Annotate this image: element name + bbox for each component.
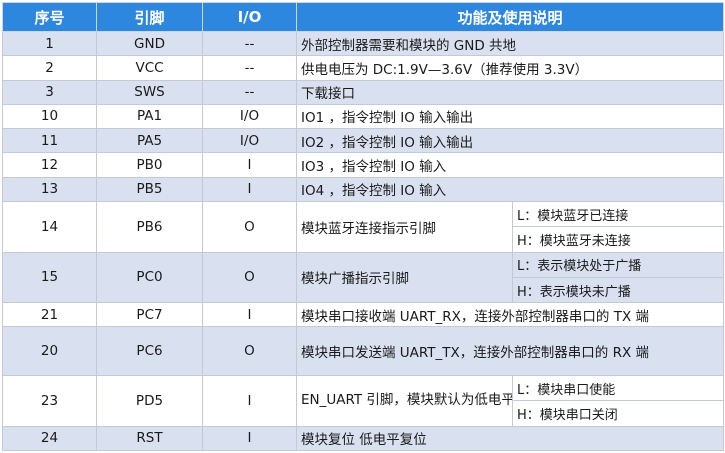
cell-description: 模块串口接收端 UART_RX，连接外部控制器串口的 TX 端 (295, 302, 725, 328)
cell-index: 20 (2, 326, 97, 376)
cell-description: IO2 ，指令控制 IO 输入输出 (295, 128, 725, 154)
cell-io: I (202, 152, 297, 178)
cell-index: 1 (2, 30, 97, 57)
cell-index: 3 (2, 79, 97, 105)
cell-description: 下载接口 (295, 79, 725, 105)
cell-io: O (202, 326, 297, 376)
cell-description: EN_UART 引脚，模块默认为低电平。 (296, 374, 513, 427)
table-row: 14 PB6 O 模块蓝牙连接指示引脚 L：模块蓝牙已连接 (2, 200, 725, 253)
cell-io: -- (202, 30, 297, 57)
cell-note: H：模块蓝牙未连接 (511, 226, 725, 253)
cell-index: 23 (2, 374, 97, 427)
cell-index: 12 (2, 152, 97, 178)
cell-description: 模块复位 低电平复位 (295, 425, 725, 452)
cell-io: -- (202, 79, 297, 105)
cell-index: 11 (2, 128, 97, 154)
cell-index: 15 (2, 251, 97, 304)
cell-index: 21 (2, 302, 97, 328)
cell-description: 外部控制器需要和模块的 GND 共地 (295, 30, 725, 57)
table-row: 23 PD5 I EN_UART 引脚，模块默认为低电平。 L：模块串口使能 (2, 374, 725, 427)
table-row: 20 PC6 O 模块串口发送端 UART_TX，连接外部控制器串口的 RX 端 (2, 326, 725, 376)
cell-pin: PB6 (96, 200, 203, 253)
cell-io: I (202, 302, 297, 328)
cell-pin: PB0 (96, 152, 203, 178)
table-row: 24 RST I 模块复位 低电平复位 (2, 425, 725, 452)
table-row: 2 VCC -- 供电电压为 DC:1.9V—3.6V（推荐使用 3.3V） (2, 55, 725, 81)
cell-pin: PC0 (96, 251, 203, 304)
cell-io: O (202, 251, 297, 304)
cell-note: H：模块串口关闭 (511, 400, 725, 427)
cell-pin: PC6 (96, 326, 203, 376)
table-row: 3 SWS -- 下载接口 (2, 79, 725, 105)
cell-index: 24 (2, 425, 97, 452)
cell-pin: VCC (96, 55, 203, 81)
cell-pin: PA5 (96, 128, 203, 154)
table-row: 12 PB0 I IO3 ，指令控制 IO 输入 (2, 152, 725, 178)
cell-note: L：模块串口使能 (511, 374, 725, 402)
cell-pin: SWS (96, 79, 203, 105)
cell-pin: RST (96, 425, 203, 452)
cell-description: 模块串口发送端 UART_TX，连接外部控制器串口的 RX 端 (295, 326, 725, 376)
cell-io: I/O (202, 103, 297, 130)
cell-io: I (202, 176, 297, 202)
cell-index: 13 (2, 176, 97, 202)
cell-io: I (202, 374, 297, 427)
cell-note: L：模块蓝牙已连接 (511, 200, 725, 228)
header-io: I/O (202, 2, 297, 32)
header-function: 功能及使用说明 (295, 2, 725, 32)
cell-io: -- (202, 55, 297, 81)
cell-io: I/O (202, 128, 297, 154)
cell-description: 模块广播指示引脚 (296, 251, 513, 304)
table-row: 15 PC0 O 模块广播指示引脚 L：表示模块处于广播 (2, 251, 725, 304)
cell-description: 供电电压为 DC:1.9V—3.6V（推荐使用 3.3V） (295, 55, 725, 81)
header-index: 序号 (2, 2, 97, 32)
cell-index: 10 (2, 103, 97, 130)
cell-index: 14 (2, 200, 97, 253)
cell-description: IO1 ，指令控制 IO 输入输出 (295, 103, 725, 130)
cell-pin: GND (96, 30, 203, 57)
cell-pin: PA1 (96, 103, 203, 130)
cell-pin: PD5 (96, 374, 203, 427)
cell-io: I (202, 425, 297, 452)
cell-description: IO3 ，指令控制 IO 输入 (295, 152, 725, 178)
cell-pin: PC7 (96, 302, 203, 328)
table-row: 11 PA5 I/O IO2 ，指令控制 IO 输入输出 (2, 128, 725, 154)
table-header-row: 序号 引脚 I/O 功能及使用说明 (2, 2, 725, 32)
cell-note: H：表示模块未广播 (511, 276, 725, 304)
cell-index: 2 (2, 55, 97, 81)
table-row: 1 GND -- 外部控制器需要和模块的 GND 共地 (2, 30, 725, 57)
cell-note: L：表示模块处于广播 (511, 251, 725, 278)
cell-description: 模块蓝牙连接指示引脚 (296, 200, 513, 253)
header-pin: 引脚 (96, 2, 203, 32)
cell-description: IO4 ，指令控制 IO 输入 (295, 176, 725, 202)
table-row: 13 PB5 I IO4 ，指令控制 IO 输入 (2, 176, 725, 202)
cell-pin: PB5 (96, 176, 203, 202)
cell-io: O (202, 200, 297, 253)
table-row: 21 PC7 I 模块串口接收端 UART_RX，连接外部控制器串口的 TX 端 (2, 302, 725, 328)
pin-function-table: 序号 引脚 I/O 功能及使用说明 1 GND -- 外部控制器需要和模块的 G… (2, 2, 725, 452)
table-row: 10 PA1 I/O IO1 ，指令控制 IO 输入输出 (2, 103, 725, 130)
